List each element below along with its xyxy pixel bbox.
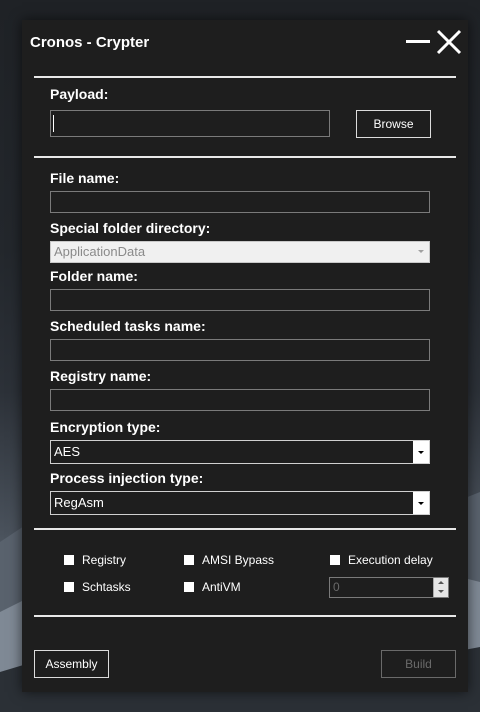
special-folder-label: Special folder directory: [50,220,211,236]
antivm-checkbox[interactable]: AntiVM [184,580,241,594]
process-injection-value: RegAsm [54,495,104,510]
file-name-label: File name: [50,170,120,186]
spinner-down-icon[interactable] [438,590,444,593]
build-button[interactable]: Build [381,650,456,678]
separator-bottom [34,615,456,617]
encryption-type-label: Encryption type: [50,419,161,435]
delay-value: 0 [333,580,340,594]
special-folder-select[interactable]: ApplicationData [50,241,430,263]
close-icon[interactable] [436,29,462,55]
payload-label: Payload: [50,86,109,102]
payload-input[interactable] [50,110,330,137]
text-caret [53,115,54,132]
schtasks-checkbox-label: Schtasks [82,580,131,594]
schtasks-checkbox[interactable]: Schtasks [64,580,131,594]
special-folder-value: ApplicationData [54,244,146,259]
dropdown-arrow-icon[interactable] [413,441,429,463]
browse-button[interactable]: Browse [356,110,431,138]
assembly-button[interactable]: Assembly [34,650,109,678]
crypter-window: Cronos - Crypter Payload: Browse File na… [22,20,468,692]
dropdown-arrow-icon[interactable] [413,492,429,514]
process-injection-select[interactable]: RegAsm [50,491,430,515]
separator-top [34,76,456,78]
scheduled-tasks-input[interactable] [50,339,430,361]
spinner-arrows[interactable] [433,578,448,597]
window-title: Cronos - Crypter [30,34,150,51]
encryption-type-value: AES [54,444,81,459]
amsi-bypass-checkbox-label: AMSI Bypass [202,553,275,567]
minimize-button[interactable] [406,40,430,43]
checkbox-box[interactable] [330,555,340,565]
folder-name-label: Folder name: [50,268,138,284]
process-injection-label: Process injection type: [50,470,204,486]
registry-name-input[interactable] [50,389,430,411]
encryption-type-select[interactable]: AES [50,440,430,464]
amsi-bypass-checkbox[interactable]: AMSI Bypass [184,553,274,567]
checkbox-box[interactable] [184,582,194,592]
chevron-down-icon [418,250,424,253]
delay-spinner[interactable]: 0 [329,577,449,598]
file-name-input[interactable] [50,191,430,213]
registry-checkbox[interactable]: Registry [64,553,126,567]
separator-options [34,528,456,530]
execution-delay-checkbox[interactable]: Execution delay [330,553,433,567]
registry-checkbox-label: Registry [82,553,127,567]
scheduled-tasks-label: Scheduled tasks name: [50,318,206,334]
spinner-up-icon[interactable] [438,581,444,584]
registry-name-label: Registry name: [50,368,152,384]
execution-delay-checkbox-label: Execution delay [348,553,433,567]
separator-payload [34,156,456,158]
checkbox-box[interactable] [64,582,74,592]
checkbox-box[interactable] [64,555,74,565]
antivm-checkbox-label: AntiVM [202,580,241,594]
folder-name-input[interactable] [50,289,430,311]
checkbox-box[interactable] [184,555,194,565]
